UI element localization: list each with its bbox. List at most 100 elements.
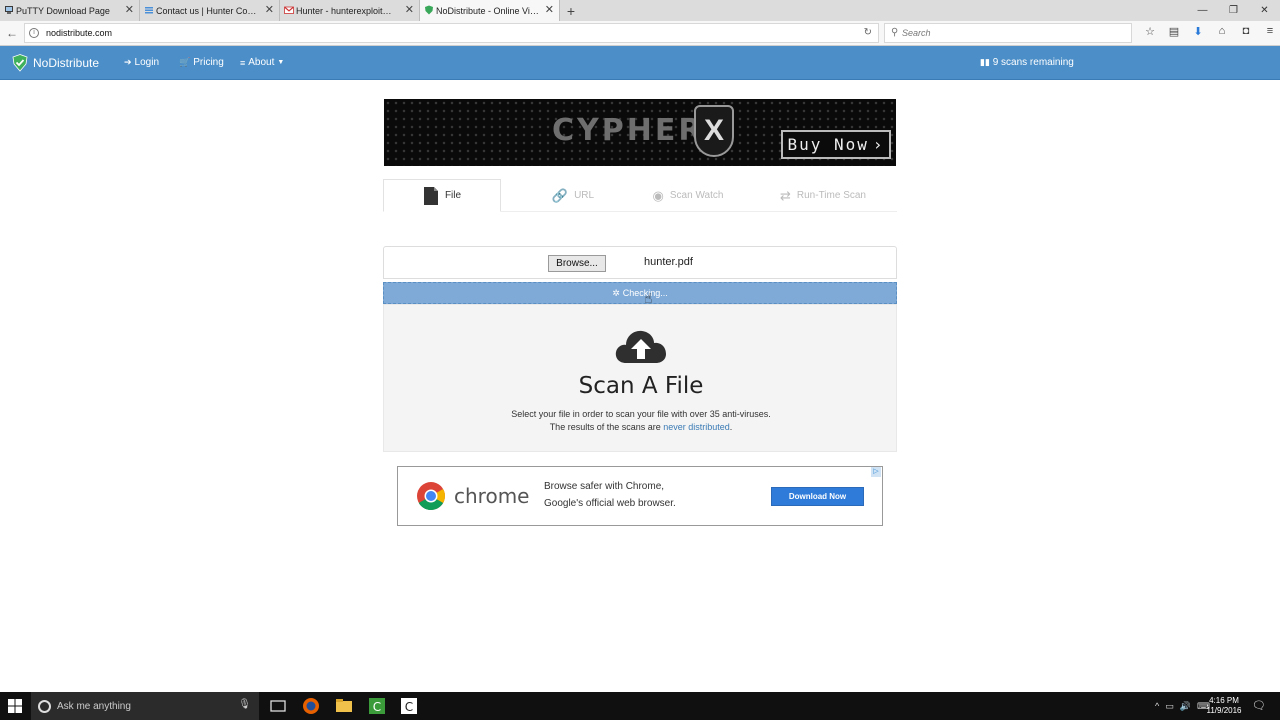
scans-remaining: ▮▮ 9 scans remaining: [980, 57, 1074, 68]
firefox-icon[interactable]: [301, 696, 321, 716]
scan-type-tabs: File 🔗 URL ◉ Scan Watch ⇄ Run-Time Scan: [383, 179, 897, 212]
scan-file-panel: Scan A File Select your file in order to…: [383, 304, 897, 452]
about-dropdown[interactable]: ≡ About ▼: [240, 57, 284, 68]
close-window-icon[interactable]: ✕: [1249, 0, 1280, 21]
browser-tab-active[interactable]: NoDistribute - Online Viru... ✕: [420, 0, 560, 21]
ad-line1: Browse safer with Chrome,: [544, 481, 665, 492]
tab-title: PuTTY Download Page: [16, 5, 110, 16]
clock-time: 4:16 PM: [1209, 696, 1239, 705]
page-icon: [145, 7, 153, 14]
brand-logo[interactable]: NoDistribute: [12, 54, 99, 72]
ad-brand: chrome: [454, 484, 530, 508]
tab-title: Contact us | Hunter Comp...: [156, 5, 259, 16]
tab-run-time-scan[interactable]: ⇄ Run-Time Scan: [768, 179, 878, 212]
tab-run-time-scan-label: Run-Time Scan: [796, 190, 866, 201]
browser-tab[interactable]: PuTTY Download Page ✕: [0, 0, 140, 21]
download-now-button[interactable]: Download Now: [771, 487, 864, 506]
tab-scan-watch[interactable]: ◉ Scan Watch: [638, 179, 738, 212]
tab-url[interactable]: 🔗 URL: [533, 179, 613, 212]
putty-icon: [5, 6, 13, 14]
home-icon[interactable]: ⌂: [1210, 25, 1234, 38]
search-placeholder: Search: [902, 28, 931, 38]
cortana-search-box[interactable]: Ask me anything 🎙: [31, 692, 259, 720]
scan-description: Select your file in order to scan your f…: [384, 408, 898, 434]
banner-x-mark: X: [694, 105, 734, 157]
gmail-icon: [284, 6, 294, 14]
menu-icon[interactable]: ≡: [1258, 25, 1280, 38]
toolbar-icons: ☆ ▤ ⬇ ⌂ ◘ ≡: [1138, 25, 1280, 38]
browse-button[interactable]: Browse...: [548, 255, 606, 272]
camtasia-icon[interactable]: C: [367, 696, 387, 716]
network-icon[interactable]: ▭: [1165, 701, 1174, 712]
menu-bars-icon: ≡: [240, 57, 246, 68]
file-explorer-icon[interactable]: [334, 696, 354, 716]
banner-brand-text: CYPHER: [552, 113, 705, 148]
taskbar-clock[interactable]: 4:16 PM 11/9/2016: [1203, 696, 1245, 716]
browser-tab[interactable]: Hunter - hunterexploit@g... ✕: [280, 0, 420, 21]
notifications-icon[interactable]: 🗨: [1252, 699, 1266, 712]
tab-file-label: File: [444, 190, 462, 201]
cortana-placeholder: Ask me anything: [57, 700, 131, 712]
tab-file[interactable]: File: [383, 179, 501, 212]
chrome-logo-icon: [417, 482, 445, 510]
reading-list-icon[interactable]: ▤: [1162, 25, 1186, 38]
chevron-right-icon: ›: [872, 135, 885, 154]
bar-chart-icon: ▮▮: [980, 57, 990, 67]
scan-desc-line1: Select your file in order to scan your f…: [511, 409, 771, 419]
brand-name: NoDistribute: [33, 56, 100, 70]
microphone-icon[interactable]: 🎙: [238, 699, 251, 710]
tab-title: Hunter - hunterexploit@g...: [296, 5, 399, 16]
sign-in-icon: ➔: [124, 57, 132, 67]
svg-text:C: C: [405, 700, 413, 714]
windows-taskbar: Ask me anything 🎙 C C ^ ▭ 🔊 ⌨ 4:16 PM 11…: [0, 692, 1280, 720]
back-icon[interactable]: ←: [6, 26, 18, 40]
tab-title: NoDistribute - Online Viru...: [436, 5, 539, 16]
url-bar[interactable]: i nodistribute.com ↻: [24, 23, 879, 43]
new-tab-button[interactable]: +: [560, 0, 582, 21]
bookmark-star-icon[interactable]: ☆: [1138, 25, 1162, 38]
scan-desc-prefix: The results of the scans are: [549, 422, 664, 432]
buy-now-label: Buy Now: [787, 135, 869, 154]
restore-icon[interactable]: ❐: [1218, 0, 1249, 21]
browser-toolbar: ← i nodistribute.com ↻ ⚲ Search ☆ ▤ ⬇ ⌂ …: [0, 21, 1280, 46]
camtasia-recorder-icon[interactable]: C: [399, 696, 419, 716]
login-link[interactable]: ➔ Login: [124, 57, 159, 68]
about-label: About: [248, 57, 275, 68]
search-bar[interactable]: ⚲ Search: [884, 23, 1132, 43]
file-input-box[interactable]: Browse... hunter.pdf: [383, 246, 897, 279]
buy-now-button[interactable]: Buy Now ›: [781, 130, 891, 159]
windows-start-icon[interactable]: [8, 699, 22, 713]
never-distributed-link[interactable]: never distributed: [663, 422, 730, 432]
close-icon[interactable]: ✕: [125, 3, 134, 16]
task-view-icon[interactable]: [268, 696, 288, 716]
scan-desc-line2: The results of the scans are never distr…: [384, 421, 898, 434]
pricing-link[interactable]: 🛒 Pricing: [179, 57, 224, 68]
info-icon[interactable]: i: [29, 28, 39, 38]
tab-url-label: URL: [574, 190, 595, 201]
caret-down-icon: ▼: [277, 59, 285, 66]
site-navbar: NoDistribute ➔ Login 🛒 Pricing ≡ About ▼…: [0, 46, 1280, 80]
adchoices-icon[interactable]: ▷: [871, 467, 881, 477]
file-icon: [423, 186, 438, 205]
download-icon[interactable]: ⬇: [1186, 25, 1210, 38]
exchange-icon: ⇄: [779, 187, 791, 203]
search-icon: ⚲: [891, 27, 899, 38]
close-icon[interactable]: ✕: [405, 3, 414, 16]
reload-icon[interactable]: ↻: [864, 27, 872, 38]
shield-icon: [425, 5, 433, 15]
checking-button[interactable]: ✲ Checking...: [383, 282, 897, 304]
minimize-icon[interactable]: —: [1187, 0, 1218, 21]
scans-remaining-label: 9 scans remaining: [992, 57, 1074, 68]
eye-icon: ◉: [652, 187, 664, 203]
browser-tab-bar: PuTTY Download Page ✕ Contact us | Hunte…: [0, 0, 1280, 21]
scan-desc-suffix: .: [729, 422, 733, 432]
url-text: nodistribute.com: [46, 28, 113, 38]
cypherx-banner-ad[interactable]: CYPHER X Buy Now ›: [384, 99, 896, 166]
chrome-ad[interactable]: ▷ chrome Browse safer with Chrome, Googl…: [397, 466, 883, 526]
volume-icon[interactable]: 🔊: [1180, 701, 1191, 712]
close-icon[interactable]: ✕: [545, 3, 554, 16]
close-icon[interactable]: ✕: [265, 3, 274, 16]
browser-tab[interactable]: Contact us | Hunter Comp... ✕: [140, 0, 280, 21]
pocket-icon[interactable]: ◘: [1234, 25, 1258, 38]
chevron-up-icon[interactable]: ^: [1155, 701, 1159, 711]
